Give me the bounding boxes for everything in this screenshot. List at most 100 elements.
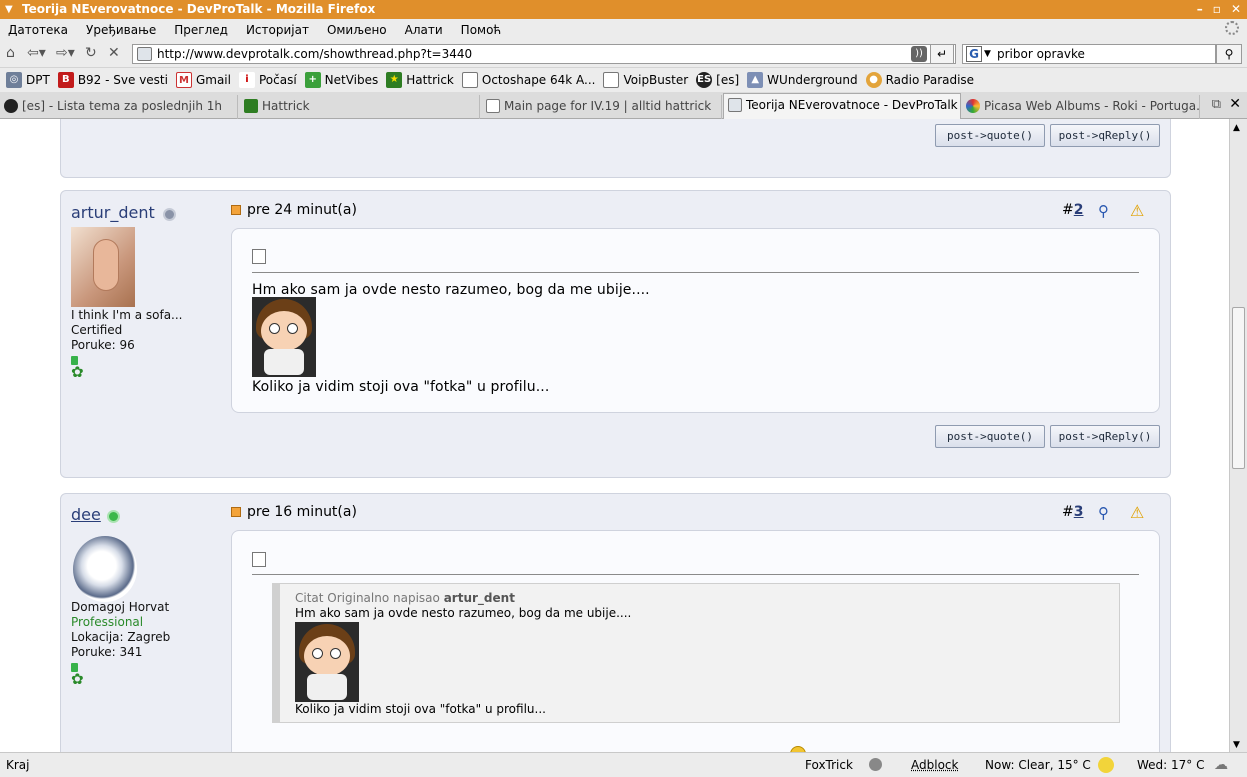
bookmark-voipbuster[interactable]: VoipBuster [603, 72, 688, 88]
user-post-count: Poruke: 341 [71, 645, 143, 659]
post-number: #2 [1062, 202, 1084, 218]
user-location: Lokacija: Zagreb [71, 630, 171, 644]
chart-page-icon [486, 99, 500, 113]
page-icon [461, 72, 478, 88]
close-tab-icon[interactable]: ✕ [1229, 96, 1241, 112]
quote-text-2: Koliko ja vidim stoji ova "fotka" u prof… [295, 702, 546, 716]
tab-devprotalk[interactable]: Teorija NEverovatnoce - DevProTalk [723, 93, 961, 119]
bookmark-wunderground[interactable]: ▲ WUnderground [747, 72, 858, 88]
quote-button[interactable]: post->quote() [935, 124, 1045, 147]
forward-icon[interactable]: ⇨▾ [56, 45, 75, 61]
icq-icon[interactable]: ✿ [71, 672, 170, 687]
foxtrick-label[interactable]: FoxTrick [805, 753, 853, 777]
hattrick-icon [244, 99, 258, 113]
adblock-label[interactable]: Adblock [911, 753, 958, 777]
scroll-up-icon[interactable]: ▲ [1233, 123, 1240, 133]
title-bar: ▼ Teorija NEverovatnoce - DevProTalk - M… [0, 0, 1247, 19]
quick-reply-button[interactable]: post->qReply() [1050, 124, 1160, 147]
bookmark-es[interactable]: ES [es] [696, 72, 739, 88]
post-author[interactable]: dee [71, 505, 101, 524]
close-icon[interactable]: ✕ [1231, 0, 1241, 19]
reload-icon[interactable]: ↻ [85, 45, 97, 61]
south-park-image [295, 622, 359, 702]
engine-dropdown-icon[interactable]: ▼ [984, 45, 991, 63]
quick-reply-button[interactable]: post->qReply() [1050, 425, 1160, 448]
tab-picasa[interactable]: Picasa Web Albums - Roki - Portuga... [962, 95, 1200, 119]
quote-button[interactable]: post->quote() [935, 425, 1045, 448]
stop-icon[interactable]: ✕ [108, 45, 120, 61]
devprotalk-icon [728, 98, 742, 112]
bookmark-radio-paradise[interactable]: ● Radio Paradise [865, 72, 974, 88]
url-field[interactable]: http://www.devprotalk.com/showthread.php… [132, 44, 956, 64]
bookmark-gmail[interactable]: M Gmail [175, 72, 231, 88]
gmail-icon: M [175, 72, 192, 88]
post-body: Hm ako sam ja ovde nesto razumeo, bog da… [231, 228, 1160, 413]
url-text: http://www.devprotalk.com/showthread.php… [157, 47, 473, 61]
menu-help[interactable]: Помоћ [461, 23, 502, 37]
menu-view[interactable]: Преглед [174, 23, 228, 37]
weather-now[interactable]: Now: Clear, 15° C [985, 753, 1091, 777]
search-button[interactable]: ⚲ [1216, 44, 1242, 64]
quote-author: artur_dent [443, 591, 515, 605]
post-text-2: Koliko ja vidim stoji ova "fotka" u prof… [252, 379, 550, 395]
eye-left-shape [269, 323, 280, 334]
home-icon[interactable]: ⌂ [6, 45, 15, 61]
scroll-down-icon[interactable]: ▼ [1233, 740, 1240, 750]
minimize-icon[interactable]: – [1197, 0, 1203, 19]
menu-history[interactable]: Историјат [246, 23, 309, 37]
window-menu-icon[interactable]: ▼ [5, 0, 13, 19]
post-2: artur_dent I think I'm a sofa... Certifi… [60, 190, 1171, 478]
menu-bookmarks[interactable]: Омиљено [327, 23, 387, 37]
bookmark-pocasi[interactable]: i Počasí [238, 72, 297, 88]
search-input[interactable]: G ▼ pribor opravke [962, 44, 1216, 64]
rss-feed-icon[interactable]: )) [911, 46, 927, 62]
scrollbar-thumb[interactable] [1232, 307, 1245, 469]
radio-paradise-icon: ● [865, 72, 882, 88]
report-warning-icon[interactable]: ⚠ [1130, 201, 1144, 220]
bookmark-octoshape[interactable]: Octoshape 64k A... [461, 72, 595, 88]
shirt-shape [264, 349, 304, 375]
info-icon: i [238, 72, 255, 88]
finger-shape [93, 239, 119, 291]
user-profile-icon[interactable]: ⚲ [1098, 504, 1109, 522]
maximize-icon[interactable]: ▫ [1213, 0, 1221, 19]
site-favicon-icon [137, 47, 152, 61]
foxtrick-icon[interactable] [869, 758, 882, 771]
bookmark-dpt[interactable]: ◎ DPT [6, 72, 50, 88]
search-value: pribor opravke [997, 47, 1085, 61]
post-doc-icon [252, 552, 266, 567]
tab-es[interactable]: [es] - Lista tema za poslednjih 1h [0, 95, 238, 119]
report-warning-icon[interactable]: ⚠ [1130, 503, 1144, 522]
netvibes-icon: + [304, 72, 321, 88]
face-shape [261, 311, 307, 351]
menu-edit[interactable]: Уређивање [86, 23, 156, 37]
throbber-icon [1225, 21, 1239, 35]
menu-file[interactable]: Датотека [8, 23, 68, 37]
window-controls: – ▫ ✕ [1197, 0, 1241, 19]
bookmark-netvibes[interactable]: + NetVibes [304, 72, 378, 88]
go-button[interactable]: ↵ [930, 44, 954, 64]
eye-right-shape [330, 648, 341, 659]
avatar [71, 227, 135, 307]
icq-icon[interactable]: ✿ [71, 365, 183, 380]
google-engine-icon[interactable]: G [966, 46, 982, 62]
back-icon[interactable]: ⇦▾ [27, 45, 46, 61]
list-all-tabs-icon[interactable]: ⧉ [1212, 97, 1221, 112]
post-permalink[interactable]: 3 [1074, 504, 1084, 520]
post-number: #3 [1062, 504, 1084, 520]
post-old-icon [231, 205, 241, 215]
user-profile-icon[interactable]: ⚲ [1098, 202, 1109, 220]
vertical-scrollbar[interactable]: ▲ ▼ [1229, 119, 1247, 752]
bookmark-b92[interactable]: B B92 - Sve vesti [57, 72, 168, 88]
post-author[interactable]: artur_dent [71, 203, 155, 222]
user-info: Domagoj Horvat Professional Lokacija: Za… [71, 600, 171, 687]
post-date: pre 16 minut(a) [231, 504, 357, 520]
post-old-icon [231, 507, 241, 517]
tab-alltid-hattrick[interactable]: Main page for IV.19 | alltid hattrick [482, 95, 722, 119]
post-permalink[interactable]: 2 [1074, 202, 1084, 218]
browser-window: ▼ Teorija NEverovatnoce - DevProTalk - M… [0, 0, 1247, 777]
weather-forecast[interactable]: Wed: 17° C [1137, 753, 1204, 777]
bookmark-hattrick[interactable]: ★ Hattrick [386, 72, 454, 88]
menu-tools[interactable]: Алати [405, 23, 443, 37]
tab-hattrick[interactable]: Hattrick [240, 95, 480, 119]
